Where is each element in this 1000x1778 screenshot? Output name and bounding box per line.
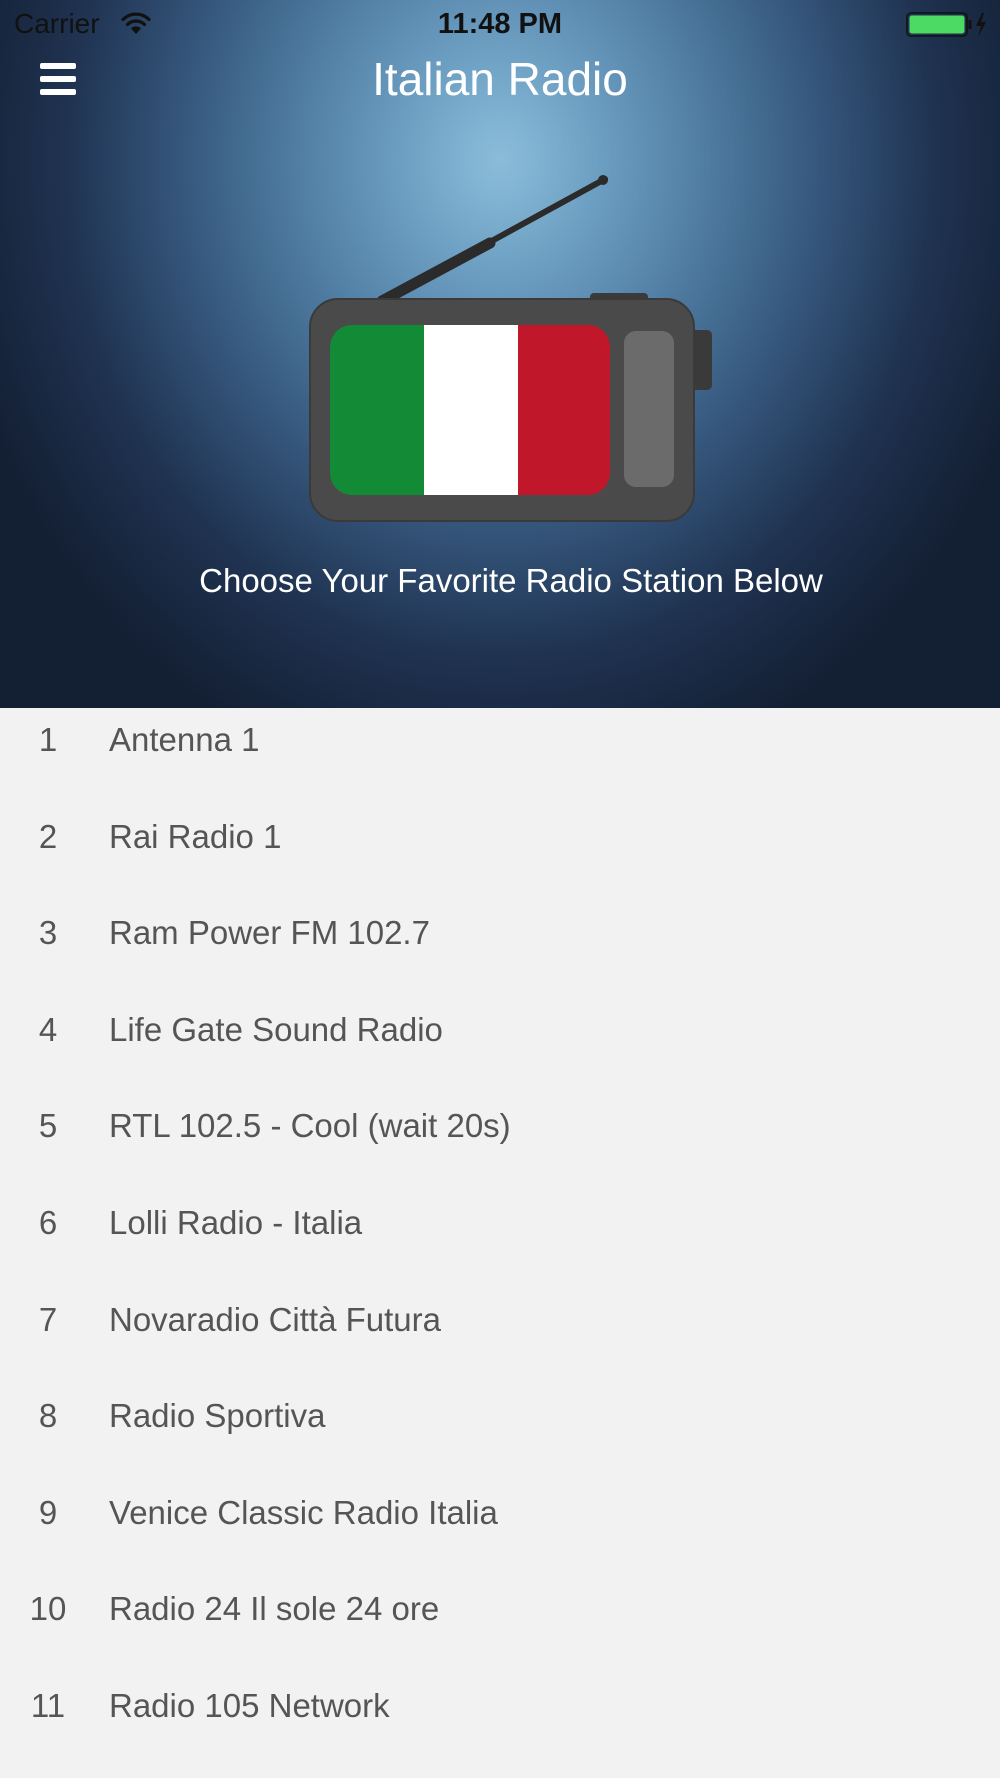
station-number: 5 (38, 1107, 58, 1145)
station-number: 8 (38, 1397, 58, 1435)
station-number: 2 (38, 817, 58, 855)
hero-banner: Carrier 11:48 PM Italian Radio Choose Yo… (0, 0, 1000, 708)
page-title: Italian Radio (372, 53, 628, 105)
hero-subtitle: Choose Your Favorite Radio Station Below (199, 562, 823, 599)
station-row[interactable]: 11 Radio 105 Network (0, 1676, 1000, 1773)
station-name: Life Gate Sound Radio (109, 1010, 443, 1048)
station-name: Radio Sportiva (109, 1397, 326, 1435)
station-name: Ram Power FM 102.7 (109, 914, 430, 952)
status-bar: Carrier 11:48 PM (0, 0, 1000, 48)
station-name: Venice Classic Radio Italia (109, 1493, 498, 1531)
station-number: 11 (30, 1686, 66, 1724)
station-name: Radio 24 Il sole 24 ore (109, 1590, 440, 1628)
station-number: 6 (38, 1203, 58, 1241)
station-number: 1 (38, 721, 58, 758)
status-time: 11:48 PM (437, 8, 563, 40)
station-name: Rai Radio 1 (109, 817, 282, 855)
station-name: Novaradio Città Futura (109, 1300, 441, 1338)
station-name: Antenna 1 (109, 721, 260, 758)
station-number: 10 (29, 1590, 67, 1628)
station-name: Lolli Radio - Italia (109, 1203, 363, 1241)
radio-flag-icon (309, 175, 712, 522)
navigation-bar: Italian Radio (0, 48, 1000, 114)
station-list: 1 Antenna 1 2 Rai Radio 1 3 Ram Power FM 102.… (0, 710, 1000, 1773)
station-number: 9 (38, 1493, 58, 1531)
station-number: 4 (38, 1010, 58, 1048)
station-name: Radio 105 Network (109, 1686, 390, 1724)
battery-charging-icon (906, 12, 986, 37)
hamburger-menu-icon[interactable] (36, 60, 80, 100)
station-name: RTL 102.5 - Cool (wait 20s) (109, 1107, 511, 1145)
station-number: 3 (38, 914, 58, 952)
station-number: 7 (38, 1300, 58, 1338)
